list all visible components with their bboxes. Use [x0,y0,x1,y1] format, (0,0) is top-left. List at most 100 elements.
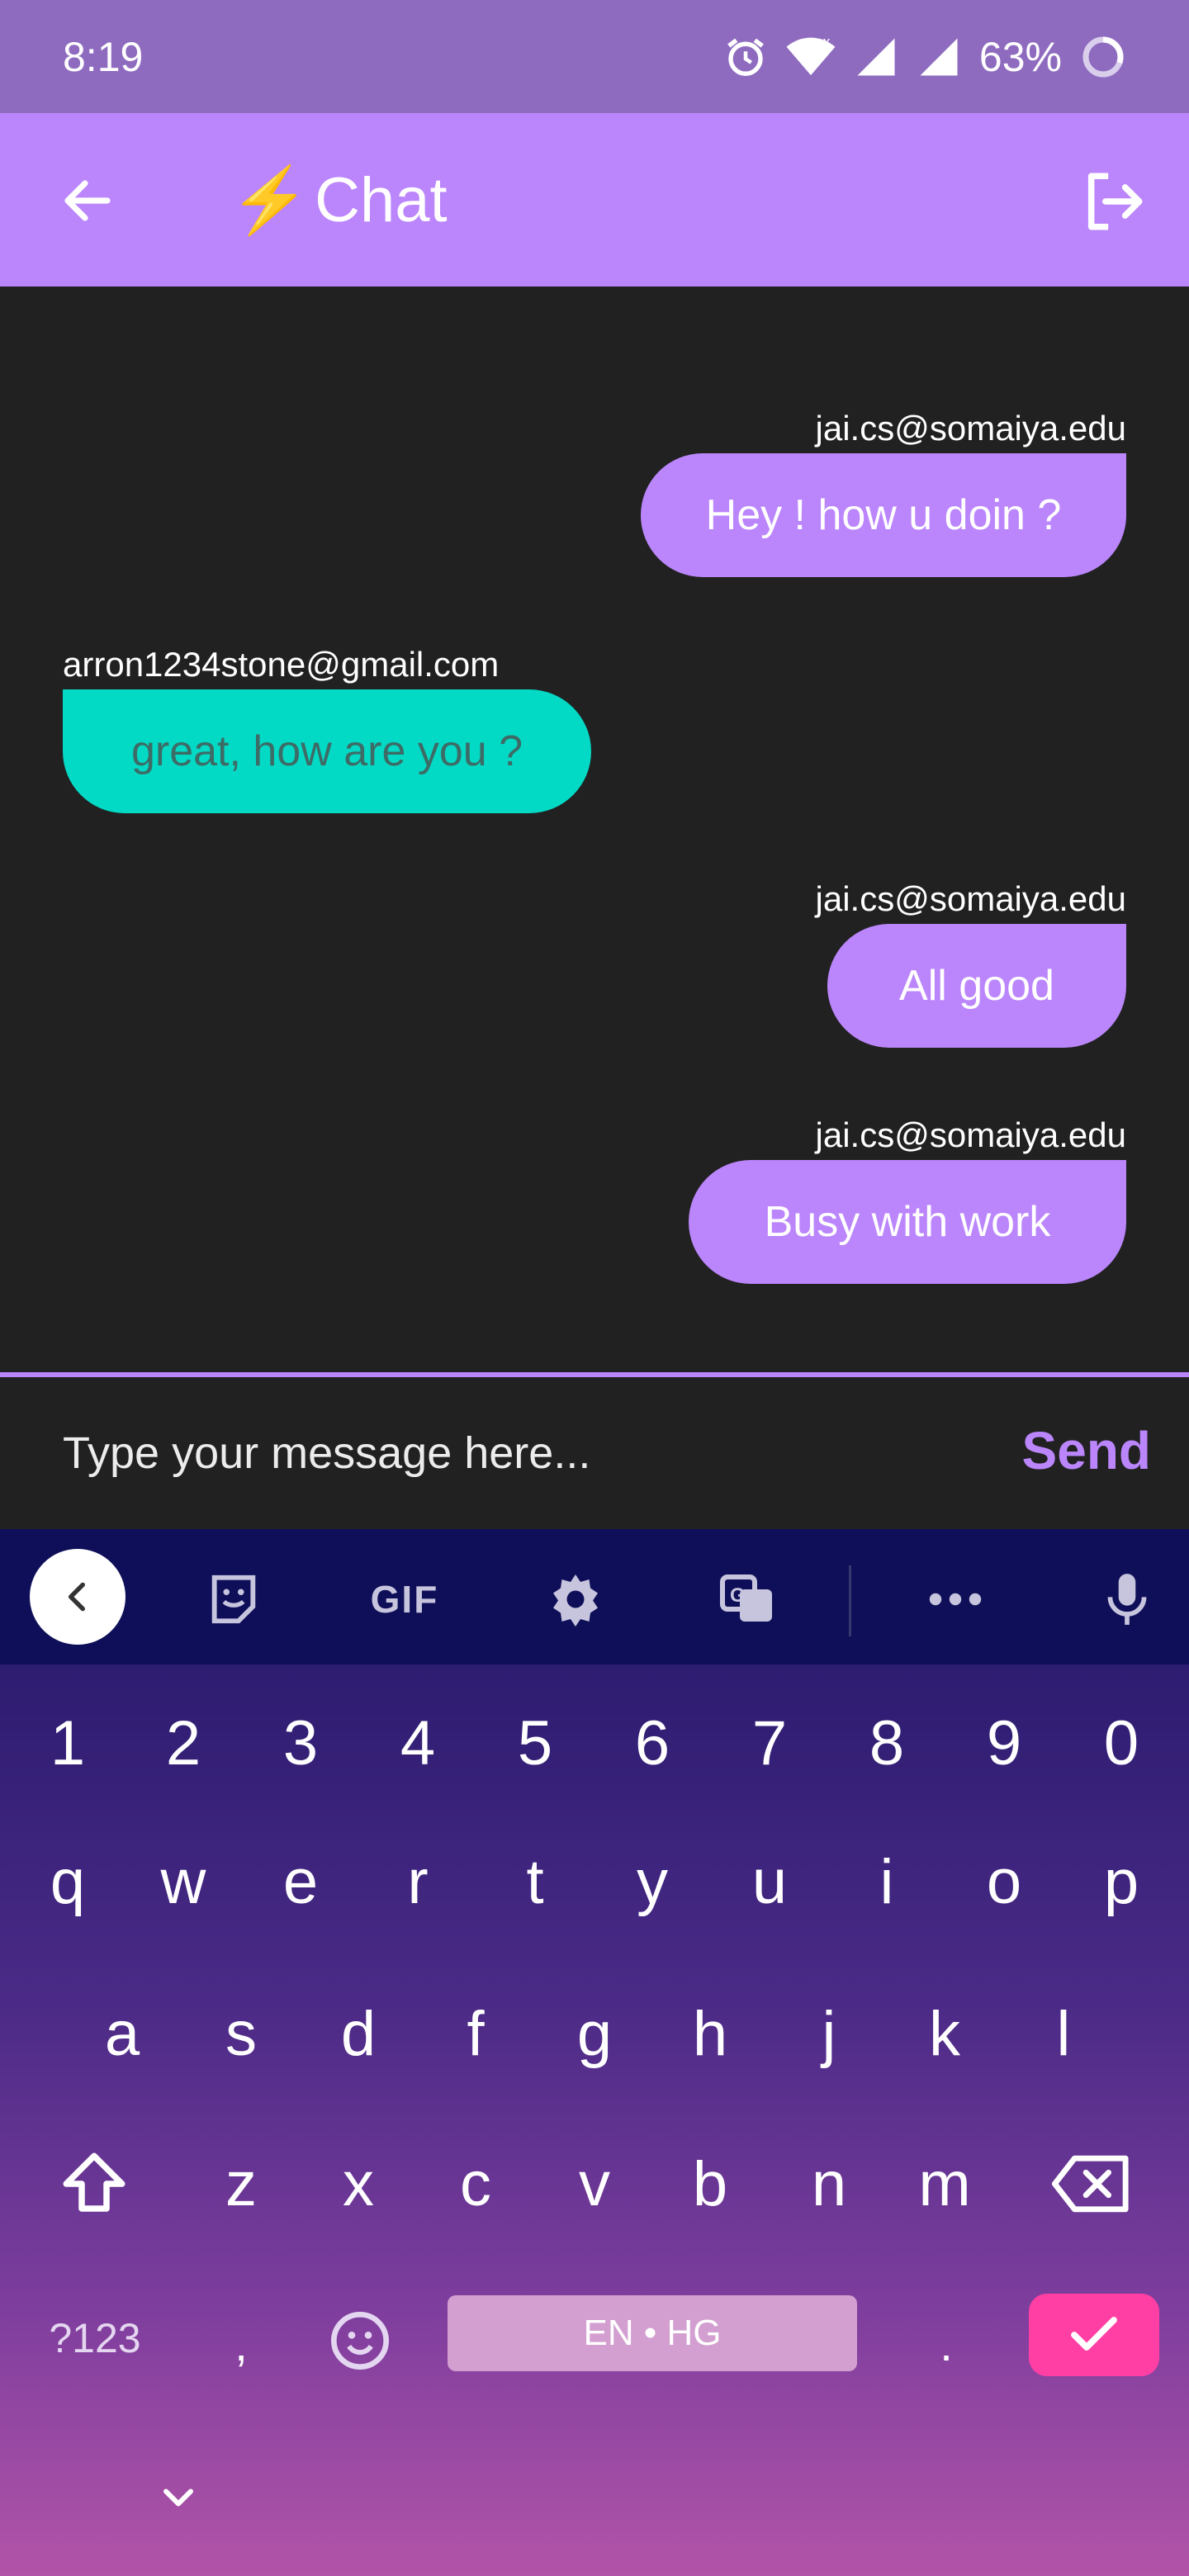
key-y[interactable]: y [603,1820,702,1944]
shift-icon [63,2152,126,2212]
logout-icon [1087,173,1143,230]
mic-icon [1107,1574,1147,1625]
message-bubble[interactable]: great, how are you ? [63,689,591,813]
app-title: ⚡ Chat [230,163,448,237]
key-j[interactable]: j [779,1972,879,2095]
message-bubble[interactable]: Hey ! how u doin ? [641,453,1126,577]
send-button[interactable]: Send [1022,1420,1151,1481]
key-i[interactable]: i [837,1820,936,1944]
settings-button[interactable] [538,1562,613,1636]
lightning-icon: ⚡ [230,163,310,236]
arrow-left-icon [64,180,111,221]
key-4[interactable]: 4 [368,1681,467,1805]
key-8[interactable]: 8 [837,1681,936,1805]
message-sender: jai.cs@somaiya.edu [815,1115,1126,1154]
symbols-key[interactable]: ?123 [33,2289,157,2388]
period-key[interactable]: . [897,2282,996,2406]
page-title: Chat [315,164,448,235]
key-q[interactable]: q [18,1820,117,1944]
key-o[interactable]: o [955,1820,1054,1944]
chevron-down-icon [163,2488,193,2507]
key-u[interactable]: u [720,1820,819,1944]
chat-area[interactable]: jai.cs@somaiya.edu Hey ! how u doin ? ar… [0,286,1189,1375]
signal-icon [857,38,895,75]
collapse-toolbar-button[interactable] [30,1549,126,1645]
more-icon [929,1593,982,1606]
key-1[interactable]: 1 [18,1681,117,1805]
logout-button[interactable] [1080,168,1148,235]
space-key[interactable]: EN • HG [448,2295,857,2371]
message-sender: arron1234stone@gmail.com [63,645,500,684]
wifi-icon: x [786,35,836,75]
message-input-bar: Send [0,1377,1189,1529]
battery-icon [1082,36,1124,77]
sticker-icon [211,1574,256,1624]
key-g[interactable]: g [545,1972,644,2095]
key-k[interactable]: k [895,1972,994,2095]
key-5[interactable]: 5 [486,1681,585,1805]
emoji-key[interactable] [310,2279,410,2403]
toolbar-divider [849,1565,851,1636]
app-bar: ⚡ Chat [0,113,1189,286]
battery-level: 63% [978,33,1062,80]
key-t[interactable]: t [486,1820,585,1944]
key-s[interactable]: s [192,1972,291,2095]
key-h[interactable]: h [661,1972,760,2095]
key-c[interactable]: c [426,2122,525,2246]
message-bubble[interactable]: Busy with work [689,1160,1126,1284]
sticker-button[interactable] [197,1562,271,1636]
message-text: great, how are you ? [130,727,523,775]
more-button[interactable] [918,1562,992,1636]
enter-key[interactable] [1029,2294,1159,2376]
status-icons: x 63% [723,33,1126,81]
key-3[interactable]: 3 [251,1681,350,1805]
svg-text:x: x [823,35,831,50]
key-l[interactable]: l [1014,1972,1113,2095]
key-6[interactable]: 6 [603,1681,702,1805]
check-icon [1071,2317,1117,2351]
translate-button[interactable]: G [710,1562,784,1636]
key-x[interactable]: x [309,2122,408,2246]
hide-keyboard-button[interactable] [154,2477,203,2518]
message-text: Hey ! how u doin ? [705,491,1062,539]
settings-icon [553,1574,598,1627]
key-d[interactable]: d [309,1972,408,2095]
key-7[interactable]: 7 [720,1681,819,1805]
shift-key[interactable] [45,2122,144,2246]
message-text: Busy with work [764,1198,1051,1246]
status-bar: 8:19 x 63% [0,0,1189,113]
key-2[interactable]: 2 [134,1681,233,1805]
key-n[interactable]: n [779,2122,879,2246]
gif-button[interactable]: GIF [363,1562,446,1636]
message-input[interactable] [63,1418,971,1488]
svg-text:G: G [730,1584,746,1607]
key-9[interactable]: 9 [955,1681,1054,1805]
key-r[interactable]: r [368,1820,467,1944]
message-bubble[interactable]: All good [827,924,1126,1048]
key-f[interactable]: f [426,1972,525,2095]
key-z[interactable]: z [192,2122,291,2246]
key-0[interactable]: 0 [1072,1681,1171,1805]
backspace-key[interactable] [1042,2122,1141,2246]
keyboard: GIF G 1 2 3 4 5 6 7 8 9 0 q w e r t y u … [0,1529,1189,2576]
message-sender: jai.cs@somaiya.edu [815,879,1126,918]
translate-icon: G [720,1574,772,1622]
alarm-icon [727,38,764,76]
key-v[interactable]: v [545,2122,644,2246]
backspace-icon [1052,2155,1129,2213]
key-w[interactable]: w [134,1820,233,1944]
status-time: 8:19 [63,33,144,80]
key-m[interactable]: m [895,2122,994,2246]
back-button[interactable] [58,171,117,230]
message-text: All good [899,962,1054,1010]
key-a[interactable]: a [73,1972,172,2095]
key-p[interactable]: p [1072,1820,1171,1944]
emoji-icon [331,2312,389,2370]
mic-button[interactable] [1090,1562,1164,1636]
key-b[interactable]: b [661,2122,760,2246]
message-sender: jai.cs@somaiya.edu [815,409,1126,447]
comma-key[interactable]: , [192,2282,291,2406]
signal-icon [920,38,958,75]
chevron-left-icon [68,1582,85,1612]
key-e[interactable]: e [251,1820,350,1944]
